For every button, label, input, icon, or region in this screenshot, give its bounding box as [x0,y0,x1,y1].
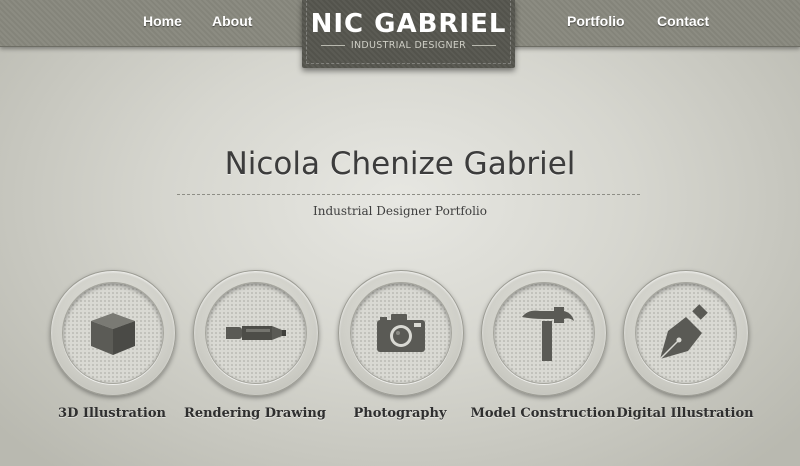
site-logo[interactable]: NIC GABRIEL INDUSTRIAL DESIGNER [302,0,515,68]
service-disc [350,282,452,384]
service-rendering-drawing[interactable]: Rendering Drawing [184,270,326,430]
page-title: Nicola Chenize Gabriel [224,146,576,182]
nav-link-contact[interactable]: Contact [657,13,709,29]
camera-icon [377,314,425,352]
marker-icon [226,326,286,340]
logo-rule-right [472,45,497,46]
title-divider [177,194,640,195]
service-ring [481,270,607,396]
service-ring [50,270,176,396]
logo-rule-left [320,45,345,46]
service-3d-illustration[interactable]: 3D Illustration [47,270,177,430]
service-disc [635,282,737,384]
nav-link-home[interactable]: Home [143,13,182,29]
hammer-icon [522,307,574,361]
service-digital-illustration[interactable]: Digital Illustration [616,270,754,430]
service-ring [338,270,464,396]
service-label: Digital Illustration [616,406,754,421]
service-ring [623,270,749,396]
service-model-construction[interactable]: Model Construction [471,270,615,430]
logo-subtitle-text: INDUSTRIAL DESIGNER [350,40,467,51]
service-ring [193,270,319,396]
service-disc [62,282,164,384]
service-photography[interactable]: Photography [335,270,465,430]
nav-link-about[interactable]: About [212,13,252,29]
logo-title: NIC GABRIEL [310,9,507,39]
page-subtitle: Industrial Designer Portfolio [313,204,487,218]
service-disc [205,282,307,384]
logo-subtitle: INDUSTRIAL DESIGNER [302,40,515,51]
nav-link-portfolio[interactable]: Portfolio [567,13,625,29]
service-disc [493,282,595,384]
cube-icon [91,313,135,355]
pen-nib-icon [659,304,708,360]
